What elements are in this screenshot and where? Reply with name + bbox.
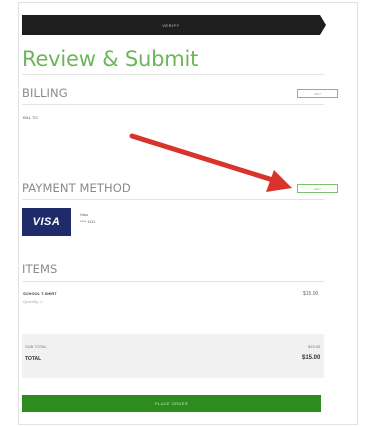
title-divider xyxy=(22,74,324,75)
page-title: Review & Submit xyxy=(22,47,199,71)
place-order-label: PLACE ORDER xyxy=(154,401,189,406)
items-heading: ITEMS xyxy=(22,262,58,276)
items-divider xyxy=(22,281,324,282)
item-name: SCHOOL T-SHIRT xyxy=(23,291,57,296)
bill-to-label: BILL TO xyxy=(23,115,38,120)
billing-heading: BILLING xyxy=(22,86,68,100)
payment-method-heading: PAYMENT METHOD xyxy=(22,181,131,195)
checkout-step-bar: VERIFY xyxy=(22,15,320,35)
place-order-button[interactable]: PLACE ORDER xyxy=(22,395,321,412)
payment-divider xyxy=(22,199,324,200)
billing-edit-button[interactable]: EDIT xyxy=(297,89,338,98)
total-label: TOTAL xyxy=(25,356,42,362)
card-name: Visa xyxy=(80,212,88,217)
card-brand-label: VISA xyxy=(32,216,61,228)
billing-divider xyxy=(22,104,324,105)
card-number: **** 1111 xyxy=(80,219,96,224)
visa-card-icon: VISA xyxy=(22,208,71,236)
order-summary xyxy=(22,334,324,378)
subtotal-label: SUB TOTAL xyxy=(25,344,47,349)
item-quantity: Quantity: 1 xyxy=(23,299,43,304)
total-value: $15.00 xyxy=(302,355,321,361)
step-bar-arrow xyxy=(320,15,326,35)
subtotal-value: $15.00 xyxy=(308,344,321,349)
item-price: $15.00 xyxy=(303,291,319,297)
step-label: VERIFY xyxy=(162,22,180,28)
payment-edit-button[interactable]: EDIT xyxy=(297,184,338,193)
